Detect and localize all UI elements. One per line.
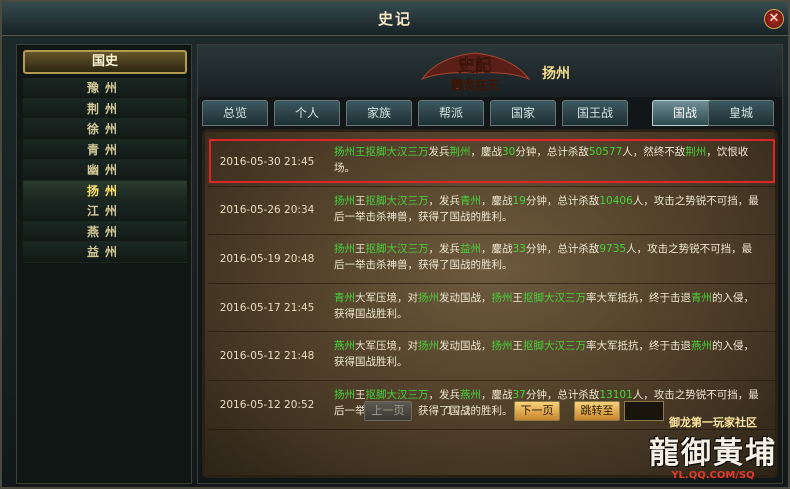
watermark-url: YL.QQ.COM/SQ	[671, 470, 755, 481]
record-highlight-text: 13101	[599, 388, 633, 401]
record-highlight-text: 37	[512, 388, 526, 401]
record-highlight-text: 青州	[460, 194, 481, 207]
logo-bottom-text: 御龙在天	[450, 77, 500, 92]
logo-top-text: 史記	[458, 55, 492, 76]
record-highlight-text: 33	[512, 243, 526, 256]
record-highlight-text: 燕州	[334, 340, 355, 353]
record-highlight-text: 燕州	[460, 388, 481, 401]
record-highlight-text: 19	[512, 194, 526, 207]
close-icon[interactable]: ✕	[764, 9, 784, 29]
record-highlight-text: 抠脚大汉三万	[523, 340, 586, 353]
record-plain-text: 王	[512, 291, 524, 304]
record-plain-text: ，鏖战	[481, 243, 513, 256]
record-highlight-text: 益州	[460, 243, 481, 256]
record-highlight-text: 燕州	[691, 340, 712, 353]
record-plain-text: 大军压境，对	[355, 340, 418, 353]
record-highlight-text: 青州	[691, 291, 712, 304]
record-highlight-text: 抠脚大汉三万	[365, 388, 429, 401]
sidebar-item-region[interactable]: 燕州	[23, 221, 187, 242]
record-highlight-text: 抠脚大汉三万	[365, 243, 429, 256]
record-plain-text: 率大军抵抗，终于击退	[586, 340, 691, 353]
record-text: 扬州王抠脚大汉三万，发兵益州，鏖战33分钟，总计杀敌9735人，攻击之势锐不可挡…	[334, 241, 762, 273]
record-highlight-text: 扬州	[334, 194, 355, 207]
record-highlight-text: 青州	[334, 291, 355, 304]
game-logo-icon: 史記 御龙在天	[420, 52, 531, 92]
record-highlight-text: 扬州	[491, 340, 513, 353]
tab-3[interactable]: 帮派	[418, 100, 484, 126]
sidebar-item-region[interactable]: 徐州	[23, 119, 187, 140]
tab-7[interactable]: 皇城	[708, 100, 774, 126]
record-date: 2016-05-17 21:45	[219, 301, 315, 314]
record-plain-text: 王	[355, 388, 366, 401]
record-plain-text: 大军压境，对	[355, 291, 418, 304]
tab-2[interactable]: 家族	[346, 100, 412, 126]
record-plain-text: 王	[355, 194, 366, 207]
tab-5[interactable]: 国王战	[562, 100, 628, 126]
record-row: 2016-05-12 21:48 燕州大军压境，对扬州发动国战，扬州王抠脚大汉三万…	[208, 332, 776, 381]
record-highlight-text: 抠脚大汉三万	[523, 291, 586, 304]
record-highlight-text: 扬州	[418, 340, 439, 353]
prev-page-button[interactable]: 上一页	[364, 401, 412, 421]
record-plain-text: ，发兵	[428, 388, 461, 401]
sidebar-item-region[interactable]: 益州	[23, 242, 187, 263]
record-date: 2016-05-12 21:48	[219, 350, 315, 363]
record-plain-text: 王	[512, 340, 524, 353]
record-date: 2016-05-26 20:34	[219, 204, 315, 217]
record-highlight-text: 10406	[599, 194, 633, 207]
record-row: 2016-05-30 21:45 扬州王抠脚大汉三万发兵荆州，鏖战30分钟，总计杀…	[208, 138, 776, 187]
tab-bar: 总览 个人 家族 帮派 国家 国王战 国战 皇城	[202, 100, 780, 126]
record-plain-text: ，鏖战	[481, 194, 513, 207]
sidebar-item-region[interactable]: 江州	[23, 201, 187, 222]
page-indicator: 1 / 2	[446, 404, 471, 417]
jump-to-button[interactable]: 跳转至	[574, 401, 620, 421]
watermark-logo: 龍御黃埔	[649, 436, 777, 471]
tab-1[interactable]: 个人	[274, 100, 340, 126]
sidebar-item-region[interactable]: 幽州	[23, 160, 187, 181]
record-row: 2016-05-17 21:45 青州大军压境，对扬州发动国战，扬州王抠脚大汉三万…	[208, 284, 776, 333]
record-text: 扬州王抠脚大汉三万，发兵青州，鏖战19分钟，总计杀敌10406人，攻击之势锐不可…	[334, 193, 762, 225]
window-title: 史记	[377, 10, 412, 28]
record-plain-text: 分钟，总计杀敌	[525, 243, 600, 256]
tab-0[interactable]: 总览	[202, 100, 268, 126]
sidebar-item-region[interactable]: 扬州	[23, 180, 187, 201]
sidebar-header[interactable]: 国史	[23, 50, 187, 74]
sidebar: 国史 豫州 荆州 徐州 青州 幽州 扬州 江州 燕州 益州	[16, 44, 192, 484]
title-bar: 史记 ✕	[2, 2, 788, 36]
sidebar-item-region[interactable]: 豫州	[23, 78, 187, 99]
history-window: 史记 ✕ 国史 豫州 荆州 徐州 青州 幽州 扬州 江州 燕州 益州 史記 御龙在天 扬州 总览…	[0, 0, 790, 489]
record-row: 2016-05-19 20:48 扬州王抠脚大汉三万，发兵益州，鏖战33分钟，总计…	[208, 235, 776, 284]
record-list: 2016-05-30 21:45 扬州王抠脚大汉三万发兵荆州，鏖战30分钟，总计杀…	[208, 138, 776, 430]
record-highlight-text: 9735	[599, 243, 627, 256]
tab-4[interactable]: 国家	[490, 100, 556, 126]
sidebar-item-region[interactable]: 荆州	[23, 98, 187, 119]
watermark: 御龙第一玩家社区 龍御黃埔 YL.QQ.COM/SQ	[638, 414, 788, 488]
record-highlight-text: 扬州	[334, 388, 355, 401]
banner: 史記 御龙在天 扬州	[198, 45, 782, 97]
record-plain-text: ，发兵	[428, 243, 461, 256]
record-highlight-text: 扬州	[491, 291, 513, 304]
record-plain-text: ，鏖战	[481, 388, 513, 401]
record-text: 燕州大军压境，对扬州发动国战，扬州王抠脚大汉三万率大军抵抗，终于击退燕州的入侵，…	[334, 338, 762, 370]
sidebar-item-region[interactable]: 青州	[23, 139, 187, 160]
highlight-box	[209, 139, 775, 183]
record-date: 2016-05-19 20:48	[219, 252, 315, 265]
record-plain-text: ，发兵	[428, 194, 461, 207]
record-row: 2016-05-26 20:34 扬州王抠脚大汉三万，发兵青州，鏖战19分钟，总计…	[208, 187, 776, 236]
record-plain-text: 分钟，总计杀敌	[525, 194, 600, 207]
record-highlight-text: 抠脚大汉三万	[365, 194, 429, 207]
next-page-button[interactable]: 下一页	[514, 401, 560, 421]
banner-region: 扬州	[542, 66, 570, 82]
region-list: 豫州 荆州 徐州 青州 幽州 扬州 江州 燕州 益州	[23, 78, 187, 263]
record-plain-text: 率大军抵抗，终于击退	[586, 291, 691, 304]
record-plain-text: 发动国战，	[439, 291, 492, 304]
record-plain-text: 发动国战，	[439, 340, 492, 353]
record-text: 青州大军压境，对扬州发动国战，扬州王抠脚大汉三万率大军抵抗，终于击退青州的入侵，…	[334, 290, 762, 322]
record-highlight-text: 扬州	[418, 291, 439, 304]
record-plain-text: 分钟，总计杀敌	[525, 388, 600, 401]
record-plain-text: 王	[355, 243, 366, 256]
record-highlight-text: 扬州	[334, 243, 355, 256]
